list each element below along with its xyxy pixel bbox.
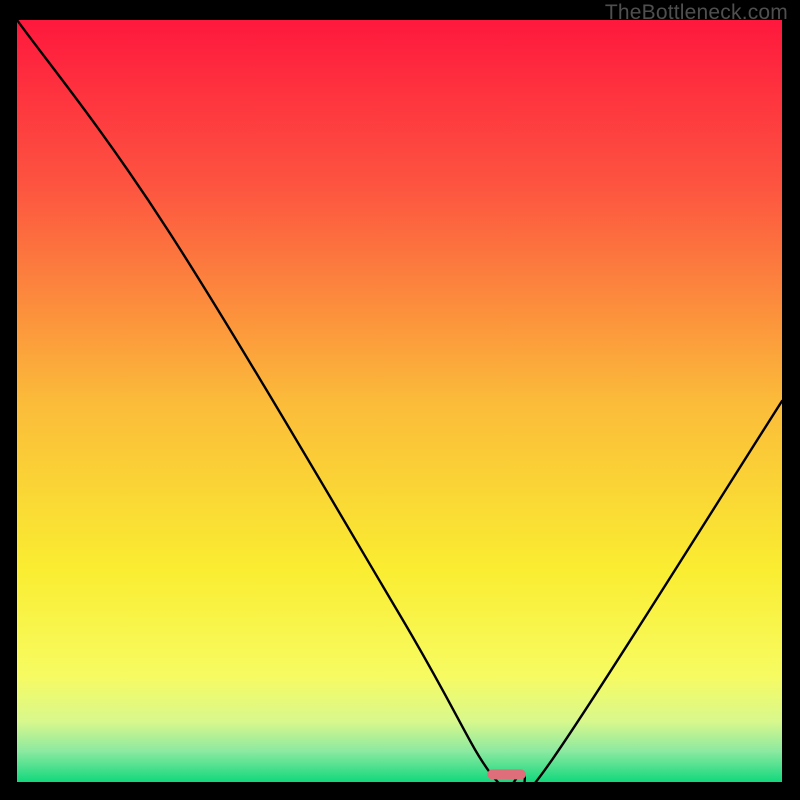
optimal-marker <box>487 769 526 779</box>
chart-frame <box>17 20 782 782</box>
chart-svg <box>17 20 782 782</box>
chart-stage: TheBottleneck.com <box>0 0 800 800</box>
chart-background <box>17 20 782 782</box>
